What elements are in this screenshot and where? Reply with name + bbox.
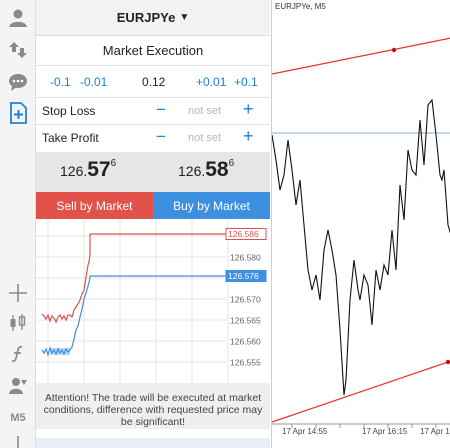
more-icon[interactable] [6,436,30,448]
ask-price-tag: 126.586 [225,228,267,240]
take-profit-label: Take Profit [42,131,99,145]
stop-loss-minus-button[interactable]: − [156,100,166,120]
sell-by-market-button[interactable]: Sell by Market [36,192,153,219]
stop-loss-value[interactable]: not set [188,105,221,117]
objects-icon[interactable] [6,374,30,398]
volume-plus-0-01[interactable]: +0.01 [196,75,226,89]
take-profit-row: Take Profit − not set + [36,125,270,152]
svg-text:126.586: 126.586 [228,229,259,239]
chart-title: EURJPYe, M5 [275,2,326,11]
execution-label: Market Execution [102,43,204,58]
volume-plus-0-1[interactable]: +0.1 [234,75,258,89]
tick-axis-label: 126.570 [230,295,261,305]
bid-price: 126.576 [60,158,117,181]
time-label: 17 Apr 16:15 [362,427,408,436]
tick-axis-label: 126.580 [230,253,261,263]
take-profit-value[interactable]: not set [188,132,221,144]
order-panel: EURJPYe ▼ Market Execution -0.1 -0.01 0.… [36,0,270,448]
take-profit-minus-button[interactable]: − [156,127,166,147]
ask-price: 126.586 [178,158,235,181]
price-line [272,98,450,396]
price-chart-area [272,37,450,428]
symbol-selector[interactable]: EURJPYe ▼ [36,0,270,36]
tick-axis-label: 126.560 [230,337,261,347]
upper-trendline [272,37,450,75]
dropdown-arrow-icon: ▼ [179,12,190,23]
attention-note: Attention! The trade will be executed at… [36,383,270,429]
volume-minus-0-01[interactable]: -0.01 [80,75,107,89]
new-order-icon[interactable] [6,101,30,125]
timeframe-label[interactable]: M5 [0,412,36,424]
symbol-name: EURJPYe [116,10,176,25]
volume-minus-0-1[interactable]: -0.1 [50,75,71,89]
svg-text:126.576: 126.576 [228,271,259,281]
buy-by-market-button[interactable]: Buy by Market [153,192,270,219]
main-chart[interactable]: EURJPYe, M5 17 Apr 14:55 17 Apr 16:15 17… [271,0,450,448]
time-label: 17 Apr 14:55 [282,427,328,436]
bid-price-tag: 126.576 [225,270,267,282]
execution-type[interactable]: Market Execution [36,36,270,66]
stop-loss-plus-button[interactable]: + [243,99,254,120]
left-toolbar: M5 [0,0,36,448]
tick-axis-label: 126.555 [230,358,261,368]
lower-trendline [272,360,450,423]
price-bar: 126.576 126.586 [36,152,270,192]
volume-value[interactable]: 0.12 [142,75,165,89]
bottom-banner [36,438,270,448]
candles-icon[interactable] [6,311,30,335]
indicators-icon[interactable] [6,342,30,366]
volume-row: -0.1 -0.01 0.12 +0.01 +0.1 [36,66,270,98]
stop-loss-label: Stop Loss [42,104,96,118]
chat-icon[interactable] [6,70,30,94]
time-label: 17 Apr 1 [420,427,450,436]
account-icon[interactable] [6,6,30,30]
trade-icon[interactable] [6,38,30,62]
tick-axis-label: 126.565 [230,316,261,326]
crosshair-icon[interactable] [6,281,30,305]
take-profit-plus-button[interactable]: + [243,126,254,147]
tick-chart: 126.586126.580126.575126.570126.565126.5… [36,219,267,383]
stop-loss-row: Stop Loss − not set + [36,98,270,125]
app: M5 EURJPYe ▼ Market Execution -0.1 -0.01… [0,0,450,448]
